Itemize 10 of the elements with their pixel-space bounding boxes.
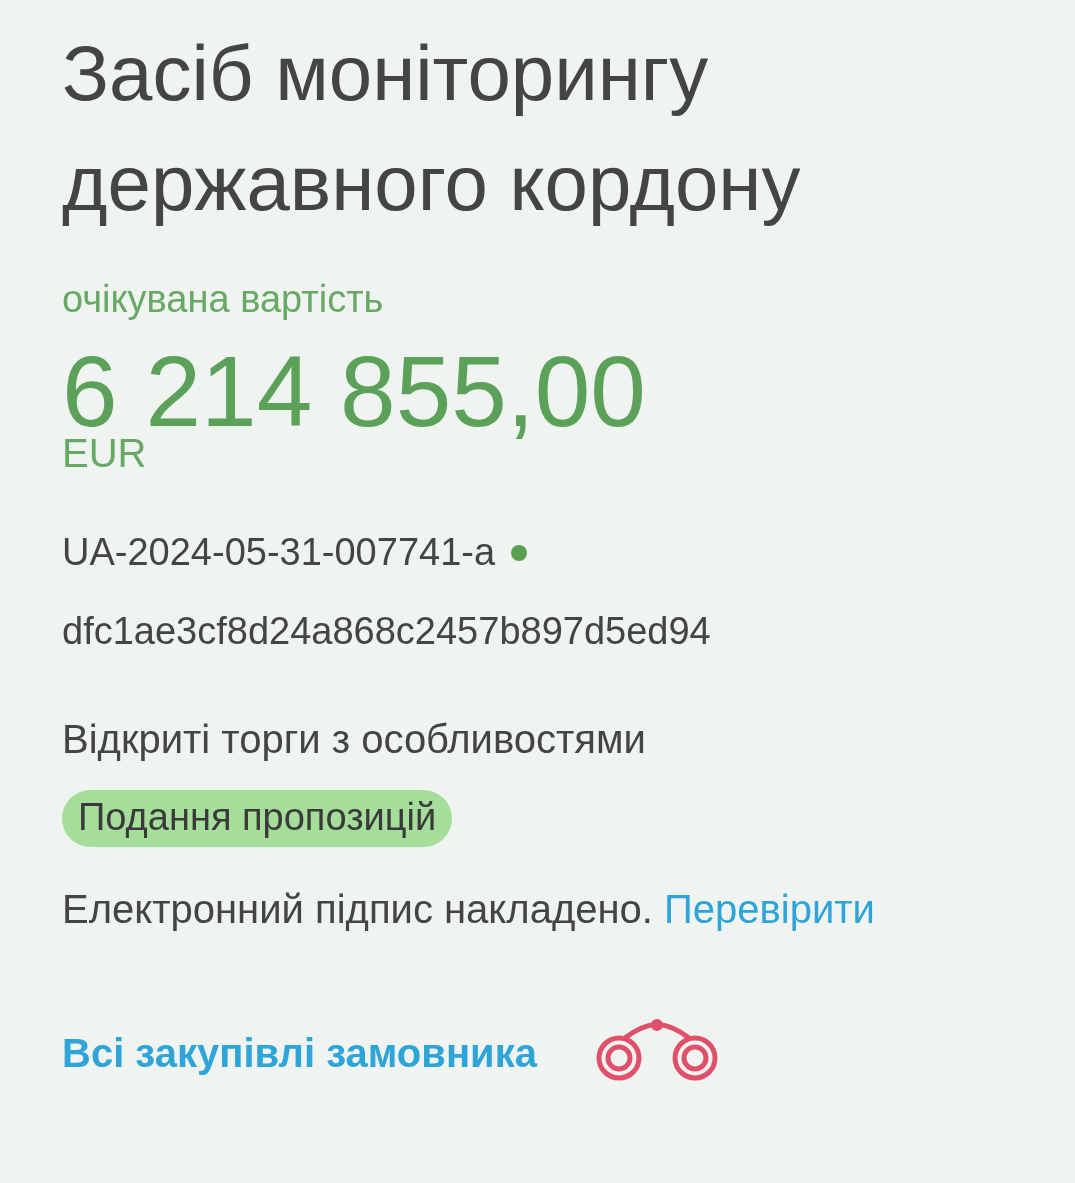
signature-text: Електронний підпис накладено. Перевірити <box>62 887 876 932</box>
verify-link[interactable]: Перевірити <box>664 887 875 931</box>
currency: EUR <box>62 431 148 475</box>
hash-code: dfc1ae3cf8d24a868c2457b897d5ed94 <box>62 610 712 653</box>
expected-value-label: очікувана вартість <box>62 278 385 321</box>
buyer-procurements-link[interactable]: Всі закупівлі замовника <box>62 1030 537 1076</box>
tender-id: UA-2024-05-31-007741-a <box>62 531 496 574</box>
procedure-type: Відкриті торги з особливостями <box>62 717 647 762</box>
status-badge: Подання пропозицій <box>62 790 453 847</box>
page-title: Засіб моніторингу державного кордону <box>62 28 802 229</box>
